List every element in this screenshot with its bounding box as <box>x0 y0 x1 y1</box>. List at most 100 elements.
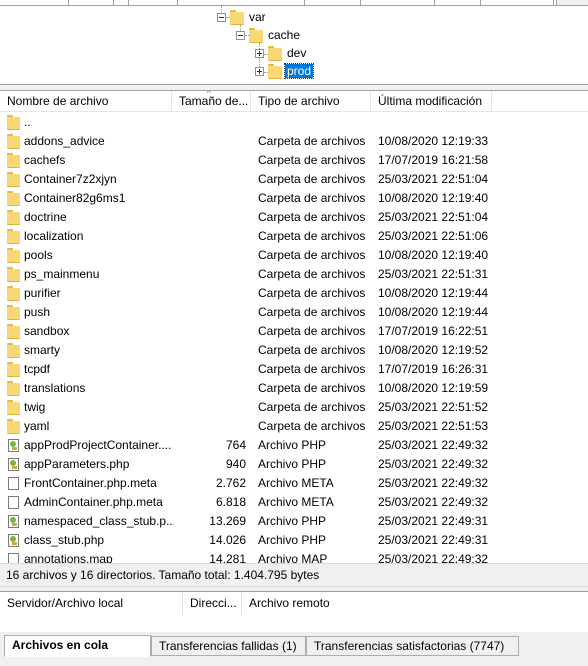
file-type <box>258 113 370 132</box>
file-row[interactable]: appParameters.php 940 Archivo PHP 25/03/202… <box>0 455 588 474</box>
file-row[interactable]: smarty Carpeta de archivos 10/08/2020 12:1… <box>0 341 588 360</box>
transfer-queue[interactable]: Servidor/Archivo local Direcci... Archiv… <box>0 592 588 632</box>
file-row[interactable]: .. <box>0 113 588 132</box>
folder-icon <box>249 27 263 44</box>
folder-icon <box>7 191 20 206</box>
file-row[interactable]: doctrine Carpeta de archivos 25/03/2021 22… <box>0 208 588 227</box>
file-row[interactable]: translations Carpeta de archivos 10/08/202… <box>0 379 588 398</box>
folder-icon <box>7 305 20 320</box>
file-row[interactable]: namespaced_class_stub.p... 13.269 Archivo … <box>0 512 588 531</box>
file-modified: 25/03/2021 22:49:32 <box>378 495 489 509</box>
file-type: Carpeta de archivos <box>258 267 366 281</box>
file-size <box>176 132 246 151</box>
file-size <box>176 322 246 341</box>
column-header-size[interactable]: Tamaño de... <box>172 91 251 112</box>
file-size <box>176 379 246 398</box>
file-row[interactable]: AdminContainer.php.meta 6.818 Archivo META… <box>0 493 588 512</box>
column-header-type[interactable]: Tipo de archivo <box>251 91 371 112</box>
file-modified: 10/08/2020 12:19:33 <box>378 134 489 148</box>
collapse-icon[interactable] <box>217 12 226 22</box>
folder-icon <box>268 63 282 80</box>
file-row[interactable]: class_stub.php 14.026 Archivo PHP 25/03/202… <box>0 531 588 550</box>
column-header-modified[interactable]: Última modificación <box>371 91 492 112</box>
file-row[interactable]: sandbox Carpeta de archivos 17/07/2019 16:… <box>0 322 588 341</box>
column-header-name[interactable]: Nombre de archivo <box>0 91 172 112</box>
folder-icon <box>7 362 20 377</box>
file-modified: 25/03/2021 22:49:31 <box>378 514 489 528</box>
file-name: annotations.map <box>24 552 113 563</box>
file-type: Carpeta de archivos <box>258 381 366 395</box>
tree-node-dev[interactable]: dev <box>255 45 308 62</box>
collapse-icon[interactable] <box>236 30 245 40</box>
file-type: Carpeta de archivos <box>258 153 366 167</box>
file-row[interactable]: cachefs Carpeta de archivos 17/07/2019 16:… <box>0 151 588 170</box>
tab-queued-files[interactable]: Archivos en cola <box>4 635 151 657</box>
remote-directory-tree[interactable]: var cache dev prod <box>0 0 588 84</box>
file-row[interactable]: push Carpeta de archivos 10/08/2020 12:19:… <box>0 303 588 322</box>
file-row[interactable]: annotations.map 14.281 Archivo MAP 25/03/20… <box>0 550 588 563</box>
file-modified: 25/03/2021 22:51:31 <box>378 267 489 281</box>
tree-scrollbar[interactable] <box>556 0 588 6</box>
file-row[interactable]: appProdProjectContainer.... 764 Archivo PH… <box>0 436 588 455</box>
file-size <box>176 284 246 303</box>
tab-failed-transfers[interactable]: Transferencias fallidas (1) <box>151 636 306 656</box>
file-modified: 10/08/2020 12:19:44 <box>378 286 489 300</box>
queue-header-direction[interactable]: Direcci... <box>183 592 242 615</box>
file-row[interactable]: pools Carpeta de archivos 10/08/2020 12:19… <box>0 246 588 265</box>
file-row[interactable]: Container7z2xjyn Carpeta de archivos 25/03… <box>0 170 588 189</box>
tree-node-var[interactable]: var <box>217 9 268 26</box>
folder-icon <box>7 419 20 434</box>
file-type: Carpeta de archivos <box>258 229 366 243</box>
file-row[interactable]: twig Carpeta de archivos 25/03/2021 22:51:… <box>0 398 588 417</box>
file-size <box>176 208 246 227</box>
file-row[interactable]: purifier Carpeta de archivos 10/08/2020 12… <box>0 284 588 303</box>
queue-header-local[interactable]: Servidor/Archivo local <box>0 592 183 615</box>
tree-node-cache[interactable]: cache <box>236 27 302 44</box>
file-name: class_stub.php <box>24 533 105 547</box>
file-modified: 25/03/2021 22:49:32 <box>378 457 489 471</box>
file-type: Archivo MAP <box>258 552 328 563</box>
file-type: Carpeta de archivos <box>258 324 366 338</box>
file-name: localization <box>24 229 84 243</box>
folder-icon <box>230 9 244 26</box>
panel-splitter[interactable] <box>0 84 588 91</box>
file-size <box>176 303 246 322</box>
file-type: Carpeta de archivos <box>258 286 366 300</box>
file-name: Container82g6ms1 <box>24 191 126 205</box>
file-name: appProdProjectContainer.... <box>24 438 172 452</box>
folder-icon <box>7 286 20 301</box>
folder-icon <box>268 45 282 62</box>
file-name: tcpdf <box>24 362 51 376</box>
file-row[interactable]: tcpdf Carpeta de archivos 17/07/2019 16:26… <box>0 360 588 379</box>
file-icon <box>8 477 19 490</box>
file-row[interactable]: Container82g6ms1 Carpeta de archivos 10/08… <box>0 189 588 208</box>
file-row[interactable]: addons_advice Carpeta de archivos 10/08/20… <box>0 132 588 151</box>
remote-file-list[interactable]: Nombre de archivo Tamaño de... Tipo de a… <box>0 91 588 563</box>
file-name: FrontContainer.php.meta <box>24 476 157 490</box>
tree-node-label: var <box>249 10 266 24</box>
tab-successful-transfers[interactable]: Transferencias satisfactorias (7747) <box>306 636 519 656</box>
php-file-icon <box>8 439 19 452</box>
file-row[interactable]: FrontContainer.php.meta 2.762 Archivo META… <box>0 474 588 493</box>
file-type: Carpeta de archivos <box>258 305 366 319</box>
sort-ascending-icon: ^ <box>207 91 211 98</box>
expand-icon[interactable] <box>255 48 264 58</box>
file-type: Carpeta de archivos <box>258 172 366 186</box>
file-row[interactable]: localization Carpeta de archivos 25/03/202… <box>0 227 588 246</box>
file-size <box>176 189 246 208</box>
file-modified: 25/03/2021 22:49:32 <box>378 438 489 452</box>
file-name: cachefs <box>24 153 66 167</box>
file-row[interactable]: ps_mainmenu Carpeta de archivos 25/03/2021… <box>0 265 588 284</box>
file-modified: 10/08/2020 12:19:52 <box>378 343 489 357</box>
file-type: Carpeta de archivos <box>258 191 366 205</box>
file-type: Carpeta de archivos <box>258 343 366 357</box>
file-type: Carpeta de archivos <box>258 248 366 262</box>
file-modified: 10/08/2020 12:19:44 <box>378 305 489 319</box>
file-size: 13.269 <box>209 514 246 528</box>
file-size: 6.818 <box>215 495 246 509</box>
queue-header-remote[interactable]: Archivo remoto <box>242 592 588 615</box>
tree-node-prod[interactable]: prod <box>255 63 315 80</box>
expand-icon[interactable] <box>255 66 264 76</box>
file-type: Carpeta de archivos <box>258 419 366 433</box>
file-row[interactable]: yaml Carpeta de archivos 25/03/2021 22:51:… <box>0 417 588 436</box>
